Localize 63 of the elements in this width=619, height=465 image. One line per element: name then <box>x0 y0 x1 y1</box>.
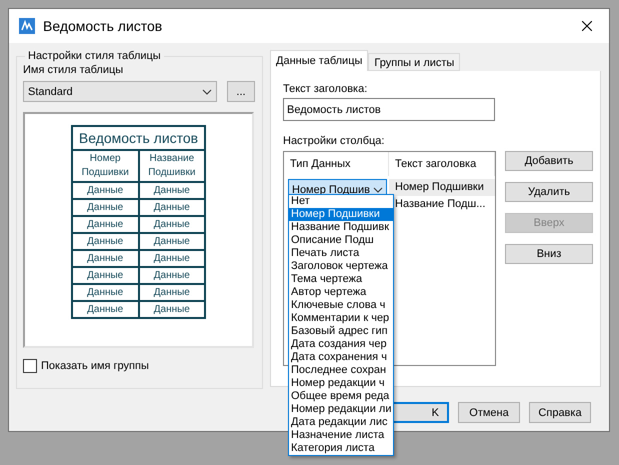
close-icon <box>582 21 592 31</box>
dropdown-item[interactable]: Автор чертежа <box>289 286 394 299</box>
dropdown-item[interactable]: Комментарии к чер <box>289 312 394 325</box>
preview-header: Номер Подшивки <box>72 150 138 182</box>
dropdown-item[interactable]: Базовый адрес гип <box>289 325 394 338</box>
side-button[interactable]: Вниз <box>505 244 593 264</box>
preview-cell: Данные <box>72 216 138 233</box>
preview-cell: Данные <box>72 301 138 318</box>
dropdown-item[interactable]: Последнее сохран <box>289 364 394 377</box>
group-legend: Настройки стиля таблицы <box>25 50 164 62</box>
dropdown-item[interactable]: Название Подшивк <box>289 221 394 234</box>
chevron-down-icon <box>202 88 212 94</box>
app-icon <box>19 18 35 34</box>
style-name-label: Имя стиля таблицы <box>23 64 124 76</box>
chevron-down-icon <box>373 187 383 193</box>
preview-title: Ведомость листов <box>72 126 206 150</box>
side-button[interactable]: Добавить <box>505 151 593 171</box>
preview-cell: Данные <box>138 182 206 199</box>
column-settings-label: Настройки столбца: <box>283 135 386 147</box>
tab[interactable]: Данные таблицы <box>270 50 368 71</box>
header-text-label: Текст заголовка: <box>283 83 368 95</box>
dropdown-item[interactable]: Дата сохранения ч <box>289 351 394 364</box>
dropdown-item[interactable]: Номер редакции ч <box>289 377 394 390</box>
column-header: Текст заголовка <box>389 152 495 176</box>
preview-cell: Данные <box>138 233 206 250</box>
preview-cell: Данные <box>72 250 138 267</box>
dropdown-item[interactable]: Тема чертежа <box>289 273 394 286</box>
preview-cell: Данные <box>138 301 206 318</box>
show-group-checkbox[interactable] <box>23 359 37 373</box>
column-header: Тип Данных <box>284 152 389 176</box>
preview-cell: Данные <box>72 267 138 284</box>
dropdown-item[interactable]: Дата редакции лис <box>289 416 394 429</box>
tab[interactable]: Группы и листы <box>368 53 460 71</box>
preview-cell: Данные <box>138 250 206 267</box>
browse-button[interactable]: ... <box>227 81 255 102</box>
side-button[interactable]: Удалить <box>505 182 593 202</box>
header-text-cell[interactable]: Номер Подшивки <box>389 179 495 196</box>
dropdown-item[interactable]: Номер редакции ли <box>289 403 394 416</box>
show-group-label: Показать имя группы <box>41 360 149 372</box>
dropdown-item[interactable]: Печать листа <box>289 247 394 260</box>
dropdown-item[interactable]: Заголовок чертежа <box>289 260 394 273</box>
dialog-button[interactable]: Отмена <box>458 402 520 423</box>
preview-cell: Данные <box>138 216 206 233</box>
preview-cell: Данные <box>72 233 138 250</box>
preview-cell: Данные <box>72 199 138 216</box>
preview-cell: Данные <box>138 199 206 216</box>
window-title: Ведомость листов <box>43 18 164 34</box>
preview-header: Название Подшивки <box>138 150 206 182</box>
preview-cell: Данные <box>138 267 206 284</box>
header-text-field[interactable]: Ведомость листов <box>283 98 495 121</box>
dropdown-item[interactable]: Дата создания чер <box>289 338 394 351</box>
dialog-button[interactable]: Справка <box>529 402 591 423</box>
dropdown-item[interactable]: Ключевые слова ч <box>289 299 394 312</box>
style-combo[interactable]: Standard <box>23 81 217 102</box>
dropdown-item[interactable]: Категория листа <box>289 442 394 455</box>
dropdown-item[interactable]: Назначение листа <box>289 429 394 442</box>
dropdown-item[interactable]: Нет <box>289 195 394 208</box>
dropdown-item[interactable]: Номер Подшивки <box>289 208 394 221</box>
preview-cell: Данные <box>72 284 138 301</box>
preview-cell: Данные <box>138 284 206 301</box>
dropdown-item[interactable]: Общее время реда <box>289 390 394 403</box>
dropdown-item[interactable]: Описание Подш <box>289 234 394 247</box>
preview-cell: Данные <box>72 182 138 199</box>
